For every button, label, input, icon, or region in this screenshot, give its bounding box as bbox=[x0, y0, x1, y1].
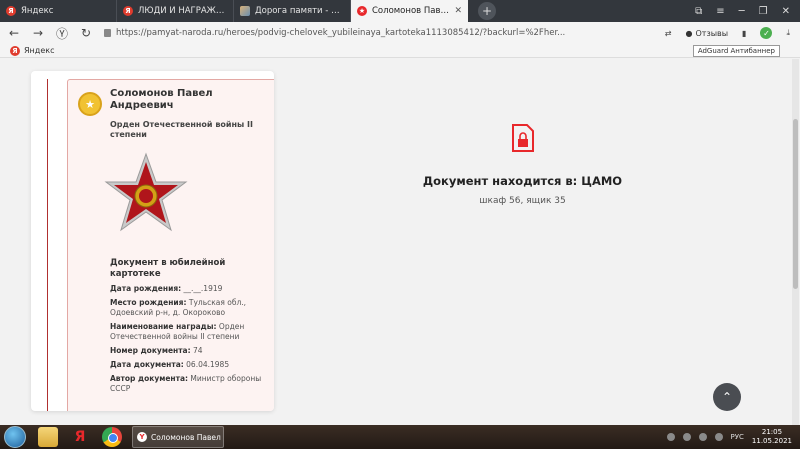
navigation-bar: ← → Ⓨ ↻ https://pamyat-naroda.ru/heroes/… bbox=[0, 22, 800, 44]
yandex-home-icon[interactable]: Ⓨ bbox=[56, 25, 68, 42]
tab-gallery[interactable]: Дорога памяти - галерея bbox=[234, 0, 351, 22]
field-label: Наименование награды: bbox=[110, 322, 217, 331]
toolbar-right: ⇄ ● Отзывы ▮ ✓ ⤓ bbox=[665, 27, 800, 39]
menu-icon[interactable]: ≡ bbox=[716, 6, 724, 17]
chrome-icon[interactable] bbox=[102, 427, 122, 447]
clock-time: 21:05 bbox=[761, 428, 783, 436]
close-window-icon[interactable]: ✕ bbox=[782, 6, 790, 17]
image-icon bbox=[240, 6, 250, 16]
yandex-icon: Я bbox=[6, 6, 16, 16]
system-tray: РУС 21:05 11.05.2021 bbox=[666, 428, 800, 446]
yandex-browser-icon[interactable]: Я bbox=[70, 427, 90, 447]
speech-bubble-icon: ● bbox=[685, 28, 693, 38]
lock-icon bbox=[104, 29, 111, 37]
translate-icon[interactable]: ⇄ bbox=[665, 29, 672, 38]
archive-title: Документ находится в: ЦАМО bbox=[422, 174, 623, 188]
yandex-icon: Я bbox=[123, 6, 133, 16]
yandex-icon: Я bbox=[10, 45, 20, 56]
archive-location: шкаф 56, ящик 35 bbox=[479, 196, 566, 206]
tab-list-icon[interactable]: ⧉ bbox=[695, 6, 702, 17]
network-icon[interactable] bbox=[698, 433, 707, 441]
reviews-label: Отзывы bbox=[695, 28, 729, 38]
window-controls: ⧉ ≡ ─ ❐ ✕ bbox=[695, 0, 800, 22]
document-location: Документ находится в: ЦАМО шкаф 56, ящик… bbox=[400, 124, 645, 206]
scroll-to-top-button[interactable]: ⌃ bbox=[713, 383, 741, 411]
browser-tab-strip: Я Яндекс Я ЛЮДИ И НАГРАЖДЕНИЯ Дорога пам… bbox=[0, 0, 800, 22]
bluetooth-icon[interactable] bbox=[666, 433, 675, 441]
download-icon[interactable]: ⤓ bbox=[786, 28, 790, 38]
tab-title: Яндекс bbox=[21, 6, 54, 16]
order-star-icon bbox=[104, 152, 188, 232]
tab-awards[interactable]: Я ЛЮДИ И НАГРАЖДЕНИЯ bbox=[117, 0, 234, 22]
field-label: Дата рождения: bbox=[110, 284, 182, 293]
award-name: Орден Отечественной войны II степени bbox=[110, 120, 253, 139]
field-value: __.__.1919 bbox=[183, 284, 223, 293]
award-card: ★ Соломонов Павел Андреевич Орден Отечес… bbox=[67, 79, 274, 411]
bookmark-yandex[interactable]: Яндекс bbox=[24, 46, 54, 55]
field-value: 06.04.1985 bbox=[186, 360, 230, 369]
back-icon[interactable]: ← bbox=[8, 26, 20, 40]
field-award-name: Наименование награды: Орден Отечественно… bbox=[110, 322, 272, 342]
field-doc-date: Дата документа: 06.04.1985 bbox=[110, 360, 272, 370]
medal-icon: ★ bbox=[78, 92, 102, 116]
language-indicator[interactable]: РУС bbox=[731, 433, 744, 441]
tab-title: Соломонов Павел Андреевич bbox=[372, 6, 450, 16]
page-scrollbar[interactable] bbox=[792, 59, 799, 425]
field-label: Дата документа: bbox=[110, 360, 184, 369]
restore-icon[interactable]: ❐ bbox=[759, 6, 768, 17]
document-heading: Документ в юбилейной картотеке bbox=[110, 258, 226, 279]
page-content: ★ Соломонов Павел Андреевич Орден Отечес… bbox=[0, 59, 800, 425]
url-text: https://pamyat-naroda.ru/heroes/podvig-c… bbox=[116, 28, 566, 38]
tab-title: Дорога памяти - галерея bbox=[255, 6, 344, 16]
file-explorer-icon[interactable] bbox=[38, 427, 58, 447]
page-scrollbar-thumb[interactable] bbox=[793, 119, 798, 289]
field-label: Номер документа: bbox=[110, 346, 191, 355]
close-icon[interactable]: ✕ bbox=[454, 6, 462, 16]
clock-date: 11.05.2021 bbox=[751, 437, 792, 445]
locked-document-icon bbox=[511, 124, 534, 152]
star-icon: ★ bbox=[357, 6, 367, 16]
field-doc-author: Автор документа: Министр обороны СССР bbox=[110, 374, 272, 394]
bookmark-icon[interactable]: ▮ bbox=[742, 29, 746, 38]
taskbar-window-button[interactable]: Y Соломонов Павел А... bbox=[132, 426, 224, 448]
field-label: Автор документа: bbox=[110, 374, 189, 383]
adguard-shield-icon[interactable]: ✓ bbox=[760, 27, 773, 39]
tab-title: ЛЮДИ И НАГРАЖДЕНИЯ bbox=[138, 6, 227, 16]
timeline-line bbox=[47, 79, 48, 411]
hero-name: Соломонов Павел Андреевич bbox=[110, 88, 213, 111]
taskbar-window-label: Соломонов Павел А... bbox=[151, 432, 223, 442]
yandex-icon: Y bbox=[137, 432, 147, 442]
windows-taskbar: Я Y Соломонов Павел А... РУС 21:05 11.05… bbox=[0, 425, 800, 449]
tray-app-icon[interactable] bbox=[682, 433, 691, 441]
field-birth-date: Дата рождения: __.__.1919 bbox=[110, 284, 272, 294]
award-card-panel: ★ Соломонов Павел Андреевич Орден Отечес… bbox=[31, 71, 274, 411]
field-value: 74 bbox=[193, 346, 203, 355]
tab-hero-card[interactable]: ★ Соломонов Павел Андреевич ✕ bbox=[351, 0, 468, 22]
minimize-icon[interactable]: ─ bbox=[739, 6, 745, 17]
reviews-button[interactable]: ● Отзывы bbox=[686, 29, 729, 38]
field-label: Место рождения: bbox=[110, 298, 187, 307]
order-image bbox=[76, 152, 216, 242]
address-bar[interactable]: https://pamyat-naroda.ru/heroes/podvig-c… bbox=[104, 28, 594, 38]
volume-icon[interactable] bbox=[714, 433, 723, 441]
field-doc-number: Номер документа: 74 bbox=[110, 346, 272, 356]
field-birth-place: Место рождения: Тульская обл., Одоевский… bbox=[110, 298, 272, 318]
adguard-tooltip: AdGuard Антибаннер bbox=[692, 45, 780, 57]
new-tab-button[interactable]: + bbox=[478, 2, 496, 20]
forward-icon[interactable]: → bbox=[32, 26, 44, 40]
tab-yandex[interactable]: Я Яндекс bbox=[0, 0, 117, 22]
start-button[interactable] bbox=[4, 426, 26, 448]
clock[interactable]: 21:05 11.05.2021 bbox=[752, 428, 792, 446]
reload-icon[interactable]: ↻ bbox=[80, 26, 92, 40]
bookmarks-bar: Я Яндекс bbox=[0, 44, 800, 58]
